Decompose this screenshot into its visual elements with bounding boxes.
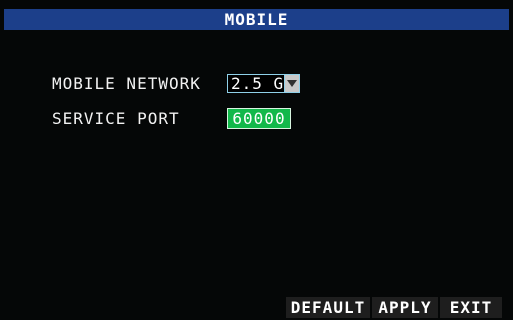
mobile-network-value: 2.5 G (231, 74, 285, 93)
default-button[interactable]: DEFAULT (286, 297, 370, 318)
mobile-settings-screen: MOBILE MOBILE NETWORK 2.5 G SERVICE PORT… (0, 0, 513, 320)
chevron-down-icon (287, 80, 297, 87)
exit-button[interactable]: EXIT (440, 297, 502, 318)
dropdown-button[interactable] (284, 75, 299, 92)
service-port-label: SERVICE PORT (52, 109, 180, 128)
mobile-network-label: MOBILE NETWORK (52, 74, 201, 93)
service-port-field[interactable]: 60000 (227, 108, 291, 129)
mobile-network-select[interactable]: 2.5 G (227, 74, 300, 93)
apply-button[interactable]: APPLY (372, 297, 438, 318)
window-title: MOBILE (4, 9, 509, 30)
